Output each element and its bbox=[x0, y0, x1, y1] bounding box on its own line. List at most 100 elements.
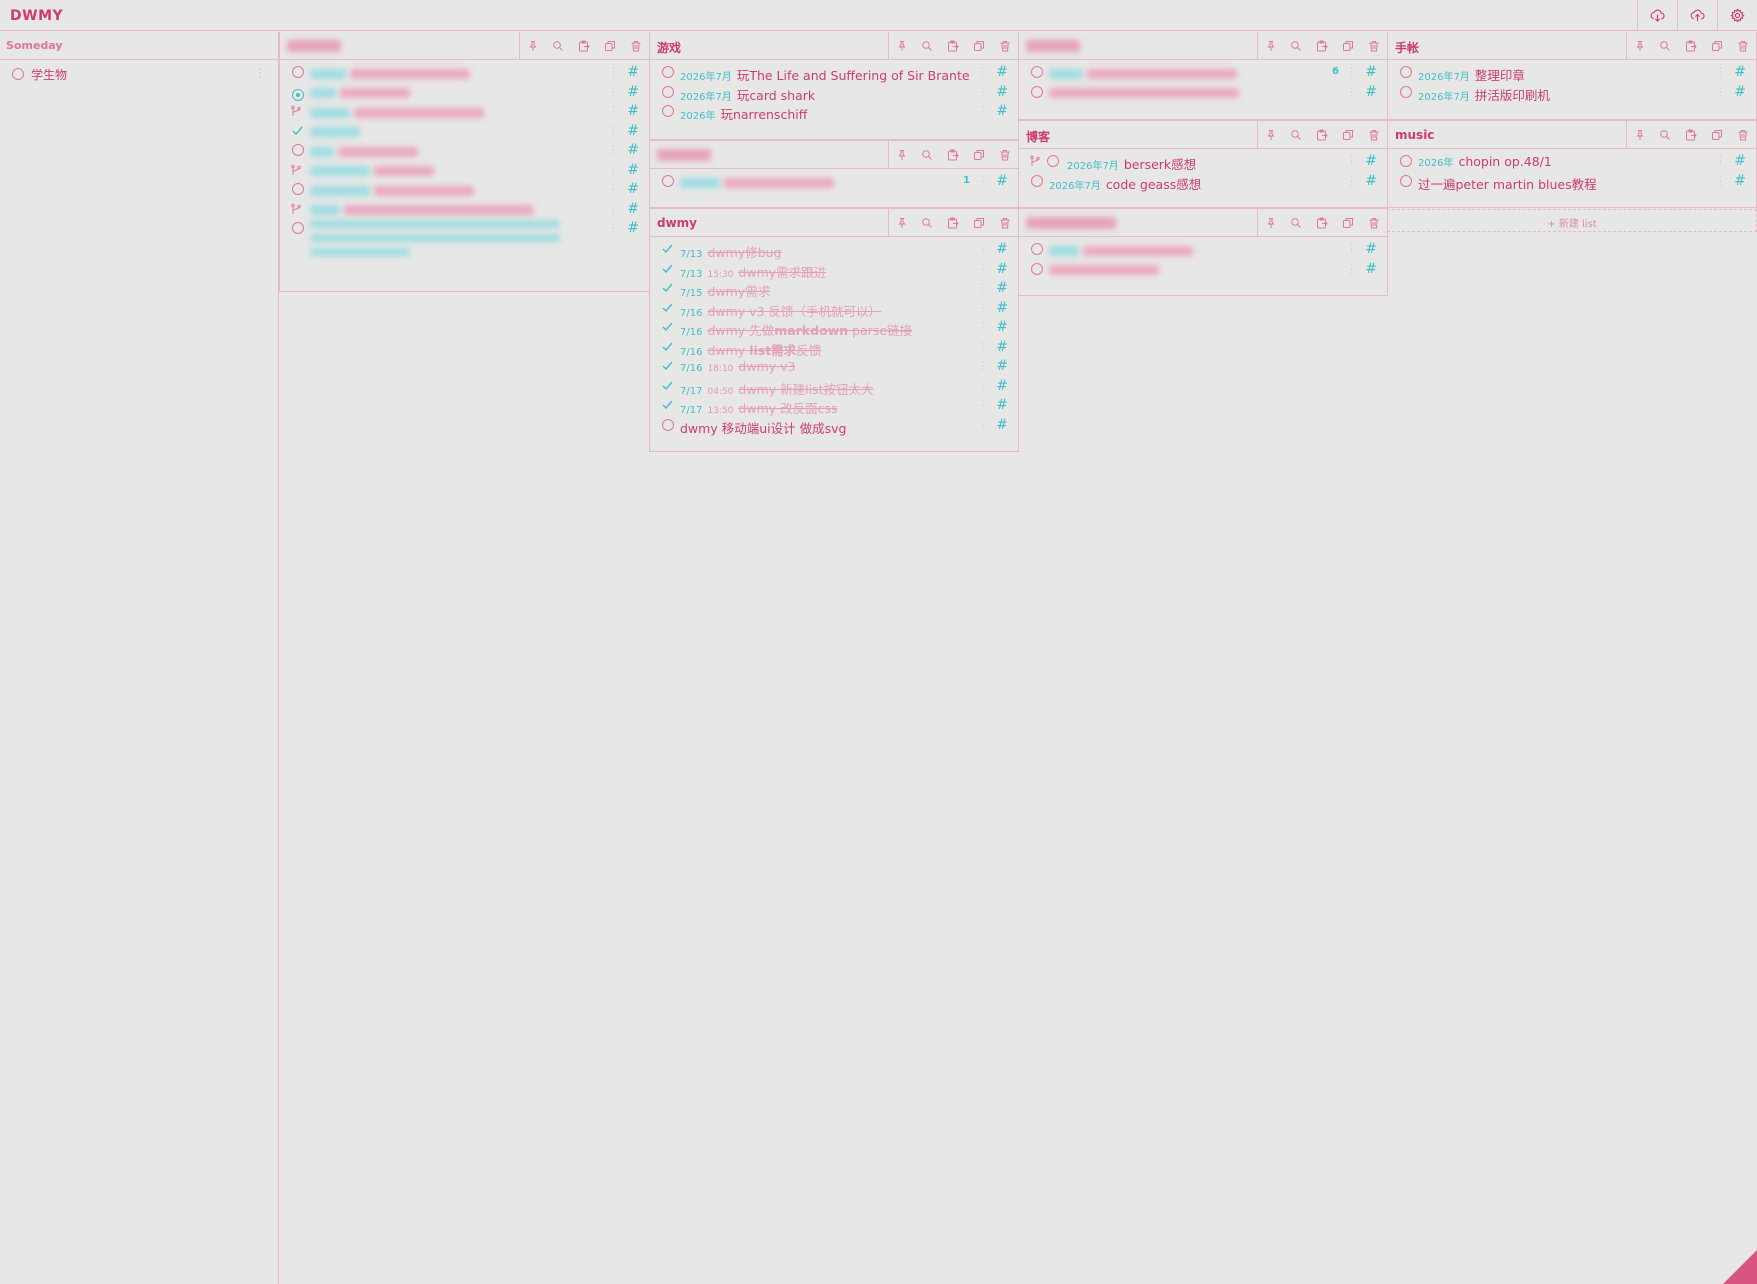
check-icon[interactable] bbox=[661, 398, 674, 411]
drag-handle-icon[interactable]: ⋮ bbox=[608, 143, 619, 156]
check-icon[interactable] bbox=[661, 340, 674, 353]
drag-handle-icon[interactable]: ⋮ bbox=[977, 340, 988, 353]
tag-hash-icon[interactable]: # bbox=[996, 173, 1008, 189]
search-button[interactable] bbox=[1283, 209, 1309, 237]
tag-hash-icon[interactable]: # bbox=[627, 181, 639, 197]
export-button[interactable] bbox=[940, 141, 966, 169]
drag-handle-icon[interactable]: ⋮ bbox=[977, 281, 988, 294]
checkbox-circle-icon[interactable] bbox=[292, 183, 304, 195]
trash-button[interactable] bbox=[992, 209, 1018, 237]
tag-hash-icon[interactable]: # bbox=[1365, 84, 1377, 100]
check-icon[interactable] bbox=[291, 124, 304, 137]
drag-handle-icon[interactable]: ⋮ bbox=[608, 104, 619, 117]
checkbox-circle-icon[interactable] bbox=[1400, 66, 1412, 78]
tag-hash-icon[interactable]: # bbox=[627, 162, 639, 178]
tag-hash-icon[interactable]: # bbox=[996, 339, 1008, 355]
export-button[interactable] bbox=[940, 209, 966, 237]
list-item[interactable]: 2026年7月 berserk感想 ⋮ # bbox=[1019, 152, 1387, 172]
trash-button[interactable] bbox=[1361, 209, 1387, 237]
drag-handle-icon[interactable]: ⋮ bbox=[608, 202, 619, 215]
list-item[interactable]: 7/16 dwmy v3 反馈（手机就可以） ⋮ # bbox=[650, 299, 1018, 319]
search-button[interactable] bbox=[914, 209, 940, 237]
drag-handle-icon[interactable]: ⋮ bbox=[1715, 154, 1726, 167]
drag-handle-icon[interactable]: ⋮ bbox=[977, 320, 988, 333]
pin-button[interactable] bbox=[1257, 209, 1283, 237]
list-item[interactable]: 7/17 13:50 dwmy 改反面css ⋮ # bbox=[650, 396, 1018, 416]
tag-hash-icon[interactable]: # bbox=[1734, 84, 1746, 100]
list-item[interactable]: 7/13 dwmy修bug ⋮ # bbox=[650, 240, 1018, 260]
search-button[interactable] bbox=[1283, 121, 1309, 149]
check-icon[interactable] bbox=[661, 281, 674, 294]
checkbox-circle-icon[interactable] bbox=[1400, 174, 1412, 187]
check-icon[interactable] bbox=[661, 359, 674, 372]
list-item[interactable]: 2026年7月 整理印章 ⋮ # bbox=[1388, 63, 1756, 83]
list-item[interactable]: ⋮ # bbox=[280, 161, 649, 181]
drag-handle-icon[interactable]: ⋮ bbox=[977, 379, 988, 392]
checkbox-circle-icon[interactable] bbox=[662, 66, 674, 78]
tag-hash-icon[interactable]: # bbox=[996, 64, 1008, 80]
list-item[interactable]: ⋮ # bbox=[280, 141, 649, 161]
drag-handle-icon[interactable]: ⋮ bbox=[608, 221, 619, 234]
tag-hash-icon[interactable]: # bbox=[996, 84, 1008, 100]
drag-handle-icon[interactable]: ⋮ bbox=[1346, 174, 1357, 187]
checkbox-circle-icon[interactable] bbox=[292, 144, 304, 156]
drag-handle-icon[interactable]: ⋮ bbox=[1346, 262, 1357, 275]
drag-handle-icon[interactable]: ⋮ bbox=[1346, 242, 1357, 255]
drag-handle-icon[interactable]: ⋮ bbox=[1715, 174, 1726, 187]
search-button[interactable] bbox=[1283, 32, 1309, 60]
list-item[interactable]: 1 ⋮ # bbox=[650, 172, 1018, 192]
checkbox-circle-icon[interactable] bbox=[1400, 155, 1412, 167]
checkbox-circle-icon[interactable] bbox=[662, 85, 674, 98]
drag-handle-icon[interactable]: ⋮ bbox=[977, 65, 988, 78]
search-button[interactable] bbox=[545, 32, 571, 60]
checkbox-circle-icon[interactable] bbox=[12, 68, 24, 80]
checkbox-circle-icon[interactable] bbox=[1031, 243, 1043, 255]
pin-button[interactable] bbox=[888, 32, 914, 60]
drag-handle-icon[interactable]: ⋮ bbox=[977, 398, 988, 411]
list-item[interactable]: ⋮ # bbox=[280, 102, 649, 122]
drag-handle-icon[interactable]: ⋮ bbox=[977, 418, 988, 431]
checkbox-circle-icon[interactable] bbox=[1031, 174, 1043, 187]
drag-handle-icon[interactable]: ⋮ bbox=[608, 124, 619, 137]
copy-button[interactable] bbox=[966, 141, 992, 169]
list-item[interactable]: dwmy 移动端ui设计 做成svg ⋮ # bbox=[650, 416, 1018, 436]
check-icon[interactable] bbox=[661, 320, 674, 333]
tag-hash-icon[interactable]: # bbox=[627, 142, 639, 158]
tag-hash-icon[interactable]: # bbox=[1734, 153, 1746, 169]
search-button[interactable] bbox=[1652, 32, 1678, 60]
tag-hash-icon[interactable]: # bbox=[627, 201, 639, 217]
checkbox-circle-icon[interactable] bbox=[662, 175, 674, 187]
tag-hash-icon[interactable]: # bbox=[627, 220, 639, 236]
check-icon[interactable] bbox=[661, 301, 674, 314]
tag-hash-icon[interactable]: # bbox=[996, 103, 1008, 119]
tag-hash-icon[interactable]: # bbox=[627, 103, 639, 119]
check-icon[interactable] bbox=[661, 242, 674, 255]
drag-handle-icon[interactable]: ⋮ bbox=[608, 85, 619, 98]
tag-hash-icon[interactable]: # bbox=[996, 378, 1008, 394]
list-item[interactable]: 2026年7月 玩The Life and Suffering of Sir Br… bbox=[650, 63, 1018, 83]
copy-button[interactable] bbox=[1335, 32, 1361, 60]
drag-handle-icon[interactable]: ⋮ bbox=[977, 174, 988, 187]
checkbox-circle-icon[interactable] bbox=[1031, 85, 1043, 98]
list-item[interactable]: 7/13 15:30 dwmy需求跟进 ⋮ # bbox=[650, 260, 1018, 280]
in-progress-circle-icon[interactable] bbox=[292, 89, 304, 102]
pin-button[interactable] bbox=[1257, 121, 1283, 149]
trash-button[interactable] bbox=[992, 141, 1018, 169]
pin-button[interactable] bbox=[1257, 32, 1283, 60]
tag-hash-icon[interactable]: # bbox=[1365, 261, 1377, 277]
drag-handle-icon[interactable]: ⋮ bbox=[1346, 65, 1357, 78]
list-item[interactable]: 2026年7月 code geass感想 ⋮ # bbox=[1019, 172, 1387, 192]
export-button[interactable] bbox=[940, 32, 966, 60]
list-item[interactable]: 7/16 dwmy list需求反馈 ⋮ # bbox=[650, 338, 1018, 358]
trash-button[interactable] bbox=[992, 32, 1018, 60]
tag-hash-icon[interactable]: # bbox=[627, 123, 639, 139]
search-button[interactable] bbox=[914, 32, 940, 60]
drag-handle-icon[interactable]: ⋮ bbox=[1346, 85, 1357, 98]
copy-button[interactable] bbox=[966, 32, 992, 60]
list-item[interactable]: 6 ⋮ # bbox=[1019, 63, 1387, 83]
new-list-button[interactable]: + 新建 list bbox=[1387, 209, 1757, 232]
search-button[interactable] bbox=[1652, 121, 1678, 149]
checkbox-circle-icon[interactable] bbox=[1047, 155, 1059, 167]
drag-handle-icon[interactable]: ⋮ bbox=[608, 65, 619, 78]
tag-hash-icon[interactable]: # bbox=[996, 319, 1008, 335]
